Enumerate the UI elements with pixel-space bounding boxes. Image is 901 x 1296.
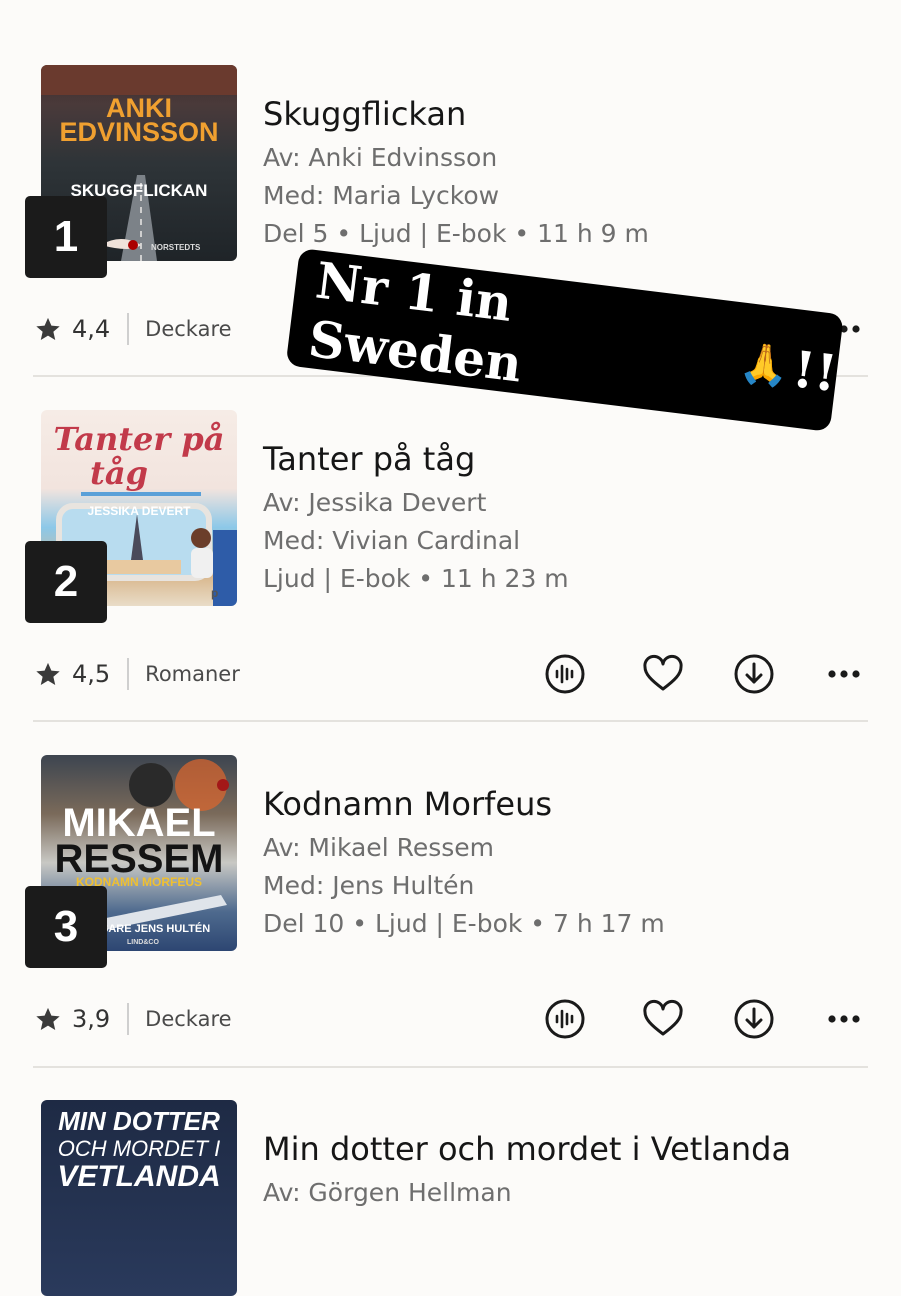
genre-label[interactable]: Romaner	[145, 662, 240, 686]
heart-icon[interactable]	[639, 650, 687, 698]
cover-title-1: Tanter på	[53, 420, 225, 458]
book-meta: 4,4 Deckare	[34, 311, 232, 347]
play-sample-icon[interactable]	[541, 995, 589, 1043]
rank-badge: 1	[25, 196, 107, 278]
download-icon[interactable]	[730, 650, 778, 698]
book-author[interactable]: Av: Görgen Hellman	[263, 1178, 512, 1207]
cover-publisher: LIND&CO	[127, 939, 159, 946]
rank-badge: 3	[25, 886, 107, 968]
heart-icon[interactable]	[639, 995, 687, 1043]
book-title[interactable]: Min dotter och mordet i Vetlanda	[263, 1130, 791, 1168]
cover-title-3: VETLANDA	[57, 1160, 221, 1193]
star-icon	[36, 317, 60, 340]
book-meta: 3,9 Deckare	[34, 1001, 232, 1037]
book-author[interactable]: Av: Jessika Devert	[263, 488, 486, 517]
cover-narrator: SARE JENS HULTÉN	[101, 923, 211, 935]
book-author[interactable]: Av: Mikael Ressem	[263, 833, 494, 862]
book-details: Del 10 • Ljud | E-bok • 7 h 17 m	[263, 909, 665, 938]
rating-value: 3,9	[72, 1005, 111, 1033]
divider	[127, 313, 130, 345]
more-icon[interactable]	[820, 650, 868, 698]
more-icon[interactable]	[820, 995, 868, 1043]
cover-publisher: p	[211, 586, 219, 600]
praying-hands-icon: 🙏	[736, 338, 793, 391]
download-icon[interactable]	[730, 995, 778, 1043]
cover-publisher: NORSTEDTS	[151, 243, 201, 252]
book-cover[interactable]: MIN DOTTER OCH MORDET I VETLANDA	[41, 1100, 237, 1296]
cover-title-2: tåg	[90, 454, 148, 492]
overlay-suffix: !!	[789, 338, 841, 403]
rating-value: 4,5	[72, 660, 111, 688]
book-author[interactable]: Av: Anki Edvinsson	[263, 143, 497, 172]
cover-title-2: OCH MORDET I	[57, 1136, 221, 1161]
book-title[interactable]: Tanter på tåg	[263, 440, 475, 478]
list-divider	[33, 720, 868, 722]
book-narrator[interactable]: Med: Jens Hultén	[263, 871, 474, 900]
divider	[127, 658, 130, 690]
rating-value: 4,4	[72, 315, 111, 343]
genre-label[interactable]: Deckare	[145, 317, 231, 341]
book-title[interactable]: Skuggflickan	[263, 95, 466, 133]
book-title[interactable]: Kodnamn Morfeus	[263, 785, 552, 823]
divider	[127, 1003, 130, 1035]
star-icon	[36, 662, 60, 685]
book-meta: 4,5 Romaner	[34, 656, 240, 692]
cover-author-last: EDVINSSON	[59, 117, 219, 147]
overlay-text: Nr 1 in Sweden	[305, 250, 526, 394]
play-sample-icon[interactable]	[541, 650, 589, 698]
overlay-sticker: Nr 1 in Sweden 🙏 !!	[285, 248, 844, 432]
genre-label[interactable]: Deckare	[145, 1007, 231, 1031]
list-divider	[33, 1066, 868, 1068]
star-icon	[36, 1007, 60, 1030]
cover-title-1: MIN DOTTER	[58, 1106, 220, 1136]
book-narrator[interactable]: Med: Vivian Cardinal	[263, 526, 520, 555]
book-narrator[interactable]: Med: Maria Lyckow	[263, 181, 499, 210]
book-details: Del 5 • Ljud | E-bok • 11 h 9 m	[263, 219, 649, 248]
cover-author: JESSIKA DEVERT	[87, 504, 191, 518]
rank-badge: 2	[25, 541, 107, 623]
book-details: Ljud | E-bok • 11 h 23 m	[263, 564, 569, 593]
